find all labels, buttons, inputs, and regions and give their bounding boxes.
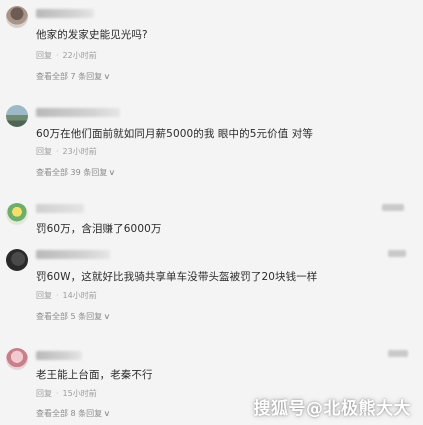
username[interactable] (36, 351, 82, 360)
view-replies-label: 查看全部 8 条回复 (36, 409, 103, 418)
comment-meta: 回复 · 23小时前 (36, 147, 97, 156)
user-avatar[interactable] (6, 203, 28, 225)
view-replies-link[interactable]: 查看全部 7 条回复∨ (36, 71, 111, 82)
user-avatar[interactable] (6, 348, 28, 370)
like-count[interactable] (382, 204, 404, 211)
like-count[interactable] (388, 350, 408, 357)
chevron-down-icon: ∨ (103, 312, 111, 321)
comment-item: 他家的发家史能见光吗? 回复 · 22小时前 查看全部 7 条回复∨ (0, 0, 423, 90)
view-replies-link[interactable]: 查看全部 5 条回复∨ (36, 311, 111, 322)
comment-text: 他家的发家史能见光吗? (36, 29, 148, 41)
comment-item: 罚60万，含泪赚了6000万 (0, 196, 423, 240)
timestamp: 22小时前 (62, 51, 97, 60)
username[interactable] (36, 250, 110, 259)
user-avatar[interactable] (6, 105, 28, 127)
reply-button[interactable]: 回复 (36, 291, 52, 300)
like-count[interactable] (388, 250, 406, 257)
view-replies-link[interactable]: 查看全部 8 条回复∨ (36, 408, 111, 419)
reply-button[interactable]: 回复 (36, 147, 52, 156)
timestamp: 15小时前 (62, 389, 97, 398)
view-replies-label: 查看全部 7 条回复 (36, 72, 103, 81)
user-avatar[interactable] (6, 249, 28, 271)
comment-meta: 回复 · 15小时前 (36, 389, 97, 398)
comment-meta: 回复 · 22小时前 (36, 51, 97, 60)
chevron-down-icon: ∨ (103, 409, 111, 418)
view-replies-label: 查看全部 39 条回复 (36, 168, 108, 177)
username[interactable] (36, 204, 84, 213)
comment-text: 罚60万，含泪赚了6000万 (36, 223, 162, 235)
comment-item: 60万在他们面前就如同月薪5000的我 眼中的5元价值 对等 回复 · 23小时前 … (0, 96, 423, 186)
chevron-down-icon: ∨ (103, 72, 111, 81)
comment-text: 罚60W，这就好比我骑共享单车没带头盔被罚了20块钱一样 (36, 271, 318, 283)
watermark: 搜狐号@北极熊大大 (253, 399, 411, 419)
user-avatar[interactable] (6, 6, 28, 28)
reply-button[interactable]: 回复 (36, 389, 52, 398)
username[interactable] (36, 9, 94, 18)
reply-button[interactable]: 回复 (36, 51, 52, 60)
view-replies-link[interactable]: 查看全部 39 条回复∨ (36, 167, 116, 178)
username[interactable] (36, 108, 120, 117)
chevron-down-icon: ∨ (108, 168, 116, 177)
timestamp: 14小时前 (62, 291, 97, 300)
comment-item: 罚60W，这就好比我骑共享单车没带头盔被罚了20块钱一样 回复 · 14小时前 查看… (0, 244, 423, 334)
timestamp: 23小时前 (62, 147, 97, 156)
comment-text: 老王能上台面，老秦不行 (36, 369, 153, 381)
comment-text: 60万在他们面前就如同月薪5000的我 眼中的5元价值 对等 (36, 128, 313, 140)
view-replies-label: 查看全部 5 条回复 (36, 312, 103, 321)
comment-meta: 回复 · 14小时前 (36, 291, 97, 300)
